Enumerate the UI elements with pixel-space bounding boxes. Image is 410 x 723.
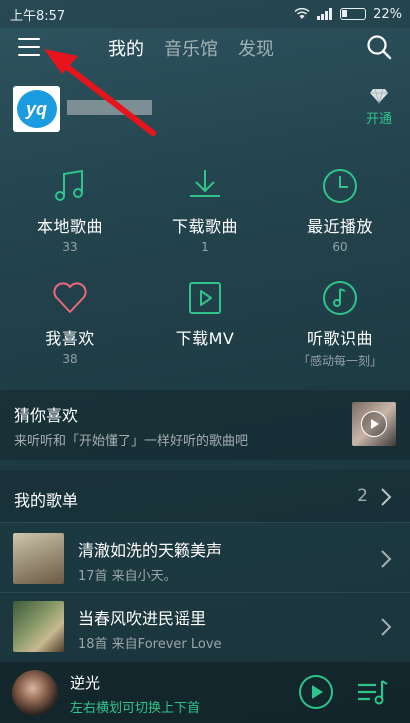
swipe-hint: 左右横划可切换上下首 xyxy=(70,701,201,716)
heart-icon xyxy=(53,282,87,313)
signal-icon xyxy=(317,8,333,20)
mini-player[interactable]: 逆光 左右横划可切换上下首 xyxy=(0,662,410,723)
my-playlists-count: 2 xyxy=(357,486,368,506)
playlist-item[interactable]: 清澈如洗的天籁美声 17首 来自小天。 xyxy=(0,527,410,591)
diamond-icon xyxy=(370,88,388,104)
tab-discover[interactable]: 发现 xyxy=(238,35,274,61)
guess-you-like-banner[interactable]: 猜你喜欢 来听听和「开始懂了」一样好听的歌曲吧 xyxy=(0,390,410,460)
my-playlists-header[interactable]: 我的歌单 2 xyxy=(0,470,410,522)
tab-music-hall[interactable]: 音乐馆 xyxy=(164,35,218,61)
status-icons: 22% xyxy=(294,7,402,22)
download-mv-label: 下载MV xyxy=(175,329,235,348)
playlist-cover xyxy=(13,533,64,584)
play-button-icon[interactable] xyxy=(298,674,334,710)
favorites-count: 38 xyxy=(62,352,78,366)
vip-open-button[interactable]: 开通 xyxy=(362,88,396,127)
playlist-meta: 17首 来自小天。 xyxy=(78,569,177,584)
guess-subtitle: 来听听和「开始懂了」一样好听的歌曲吧 xyxy=(14,434,249,449)
recent-played-button[interactable]: 最近播放 60 xyxy=(272,166,408,254)
music-note-icon xyxy=(55,169,83,201)
recognize-music-slogan: 「感动每一刻」 xyxy=(297,354,382,368)
downloaded-songs-button[interactable]: 下载歌曲 1 xyxy=(137,166,273,254)
user-profile[interactable]: yq 开通 xyxy=(0,80,410,140)
divider xyxy=(0,592,410,593)
battery-icon xyxy=(340,8,367,20)
my-playlists-title: 我的歌单 xyxy=(14,491,79,510)
chevron-right-icon[interactable] xyxy=(380,487,392,507)
downloaded-songs-label: 下载歌曲 xyxy=(171,217,238,236)
avatar[interactable]: yq xyxy=(13,86,60,132)
favorites-label: 我喜欢 xyxy=(45,329,95,348)
download-icon xyxy=(190,170,220,197)
recognize-music-label: 听歌识曲 xyxy=(306,329,373,348)
username-redacted xyxy=(67,100,152,115)
status-time: 上午8:57 xyxy=(10,8,66,24)
chevron-right-icon[interactable] xyxy=(380,549,392,569)
local-songs-button[interactable]: 本地歌曲 33 xyxy=(2,166,138,254)
playlist-meta: 18首 来自Forever Love xyxy=(78,637,222,652)
vip-label: 开通 xyxy=(365,112,392,127)
favorites-button[interactable]: 我喜欢 38 xyxy=(2,278,138,366)
search-icon[interactable] xyxy=(366,34,392,60)
recognize-music-button[interactable]: 听歌识曲 「感动每一刻」 xyxy=(272,278,408,369)
clock-icon xyxy=(323,169,357,203)
recognize-music-icon xyxy=(323,281,357,315)
now-playing-cover[interactable] xyxy=(12,670,58,716)
wifi-icon xyxy=(294,8,310,19)
playlist-name: 当春风吹进民谣里 xyxy=(78,609,207,628)
playlist-queue-icon[interactable] xyxy=(356,677,390,707)
status-bar: 上午8:57 22% xyxy=(0,0,410,28)
top-tabs: 我的 音乐馆 发现 xyxy=(108,35,274,61)
local-songs-label: 本地歌曲 xyxy=(36,217,103,236)
play-icon xyxy=(361,411,387,437)
play-box-icon xyxy=(189,282,221,314)
tab-mine[interactable]: 我的 xyxy=(108,35,144,61)
playlist-name: 清澈如洗的天籁美声 xyxy=(78,541,223,560)
menu-icon[interactable] xyxy=(18,36,42,58)
recent-played-count: 60 xyxy=(332,240,348,254)
playlist-cover xyxy=(13,601,64,652)
avatar-logo-icon: yq xyxy=(16,90,57,128)
divider xyxy=(0,522,410,523)
downloaded-songs-count: 1 xyxy=(201,240,209,254)
playlist-item[interactable]: 当春风吹进民谣里 18首 来自Forever Love xyxy=(0,595,410,659)
recent-played-label: 最近播放 xyxy=(306,217,373,236)
local-songs-count: 33 xyxy=(62,240,78,254)
now-playing-title: 逆光 xyxy=(70,674,101,692)
battery-percent: 22% xyxy=(373,6,402,22)
top-header: 我的 音乐馆 发现 xyxy=(0,28,410,68)
chevron-right-icon[interactable] xyxy=(380,617,392,637)
guess-title: 猜你喜欢 xyxy=(14,406,79,425)
guess-thumbnail[interactable] xyxy=(352,402,396,446)
download-mv-button[interactable]: 下载MV xyxy=(137,278,273,352)
